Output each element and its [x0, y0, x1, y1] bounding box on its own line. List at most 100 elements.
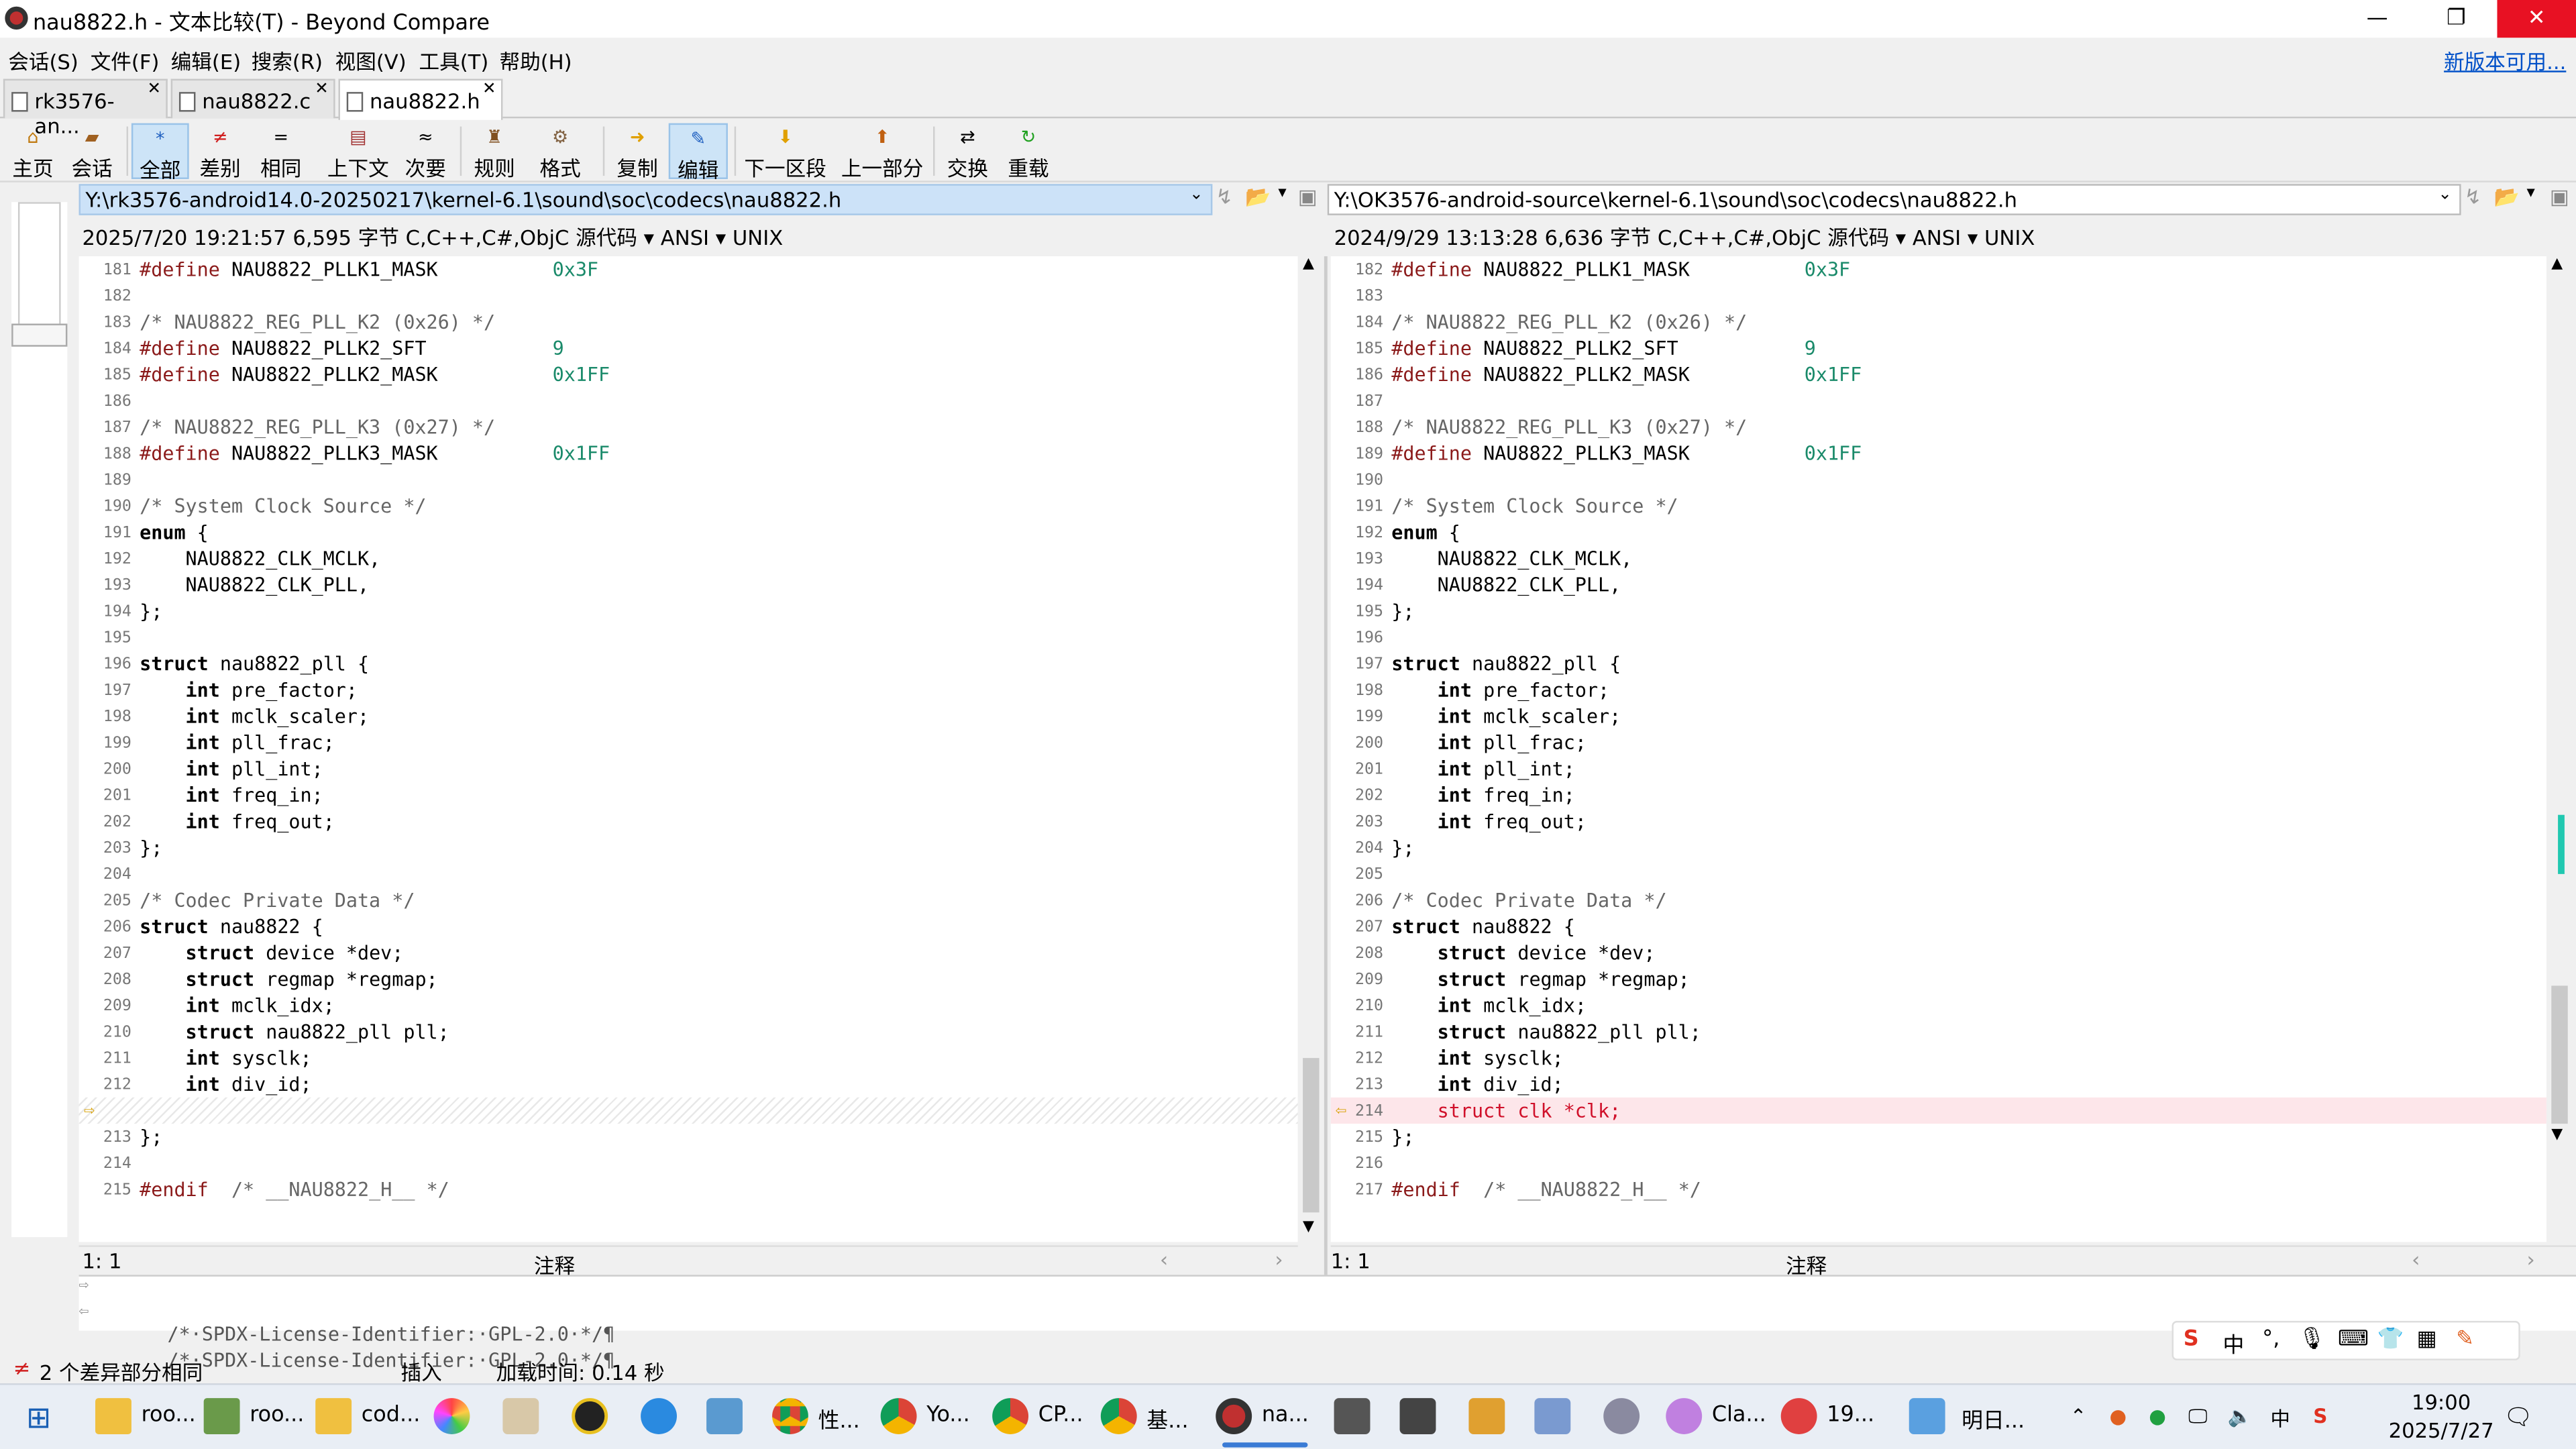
code-line[interactable]: 191 enum { — [79, 519, 1298, 545]
taskbar-item-beyond-compare[interactable]: na... — [1216, 1395, 1314, 1448]
edit-button[interactable]: ✎ 编辑 — [668, 123, 728, 182]
left-file-info[interactable]: 2025/7/20 19:21:57 6,595 字节 C,C++,C#,Obj… — [82, 220, 783, 253]
code-line[interactable]: 188 #define NAU8822_PLLK3_MASK 0x1FF — [79, 440, 1298, 466]
code-line[interactable]: 216 — [1331, 1150, 2546, 1176]
chevron-right-icon[interactable]: › — [2527, 1247, 2535, 1272]
code-text[interactable]: int pre_factor; — [140, 678, 358, 701]
menu-session[interactable]: 会话(S) — [8, 44, 78, 76]
diff-overview-map[interactable] — [11, 202, 68, 1238]
code-text[interactable]: int mclk_scaler; — [1391, 705, 1621, 728]
code-line[interactable]: 187 — [1331, 388, 2546, 414]
code-line[interactable]: 202 int freq_in; — [1331, 782, 2546, 808]
chevron-left-icon[interactable]: ‹ — [2412, 1247, 2420, 1272]
right-code-pane[interactable]: 182 #define NAU8822_PLLK1_MASK 0x3F 183 184… — [1330, 256, 2546, 1242]
code-text[interactable]: }; — [140, 1126, 162, 1148]
code-line[interactable]: 212 int sysclk; — [1331, 1045, 2546, 1071]
taskbar-app-debug[interactable] — [1603, 1395, 1646, 1441]
code-text[interactable]: int pll_frac; — [1391, 731, 1587, 754]
code-text[interactable]: struct nau8822_pll { — [140, 652, 369, 675]
close-tab-icon[interactable]: ✕ — [482, 80, 496, 99]
code-text[interactable]: /* NAU8822_REG_PLL_K2 (0x26) */ — [140, 311, 495, 333]
code-line[interactable]: 200 int pll_int; — [79, 756, 1298, 782]
next-section-button[interactable]: ⬇ 下一区段 — [741, 123, 829, 181]
chevron-down-icon[interactable]: ⌄ — [1189, 186, 1203, 204]
chevron-down-icon[interactable]: ⌄ — [2438, 186, 2452, 204]
tray-sync-icon[interactable]: ● — [2149, 1405, 2166, 1428]
code-line[interactable]: 211 struct nau8822_pll pll; — [1331, 1018, 2546, 1044]
taskbar-app-ref[interactable] — [1534, 1395, 1577, 1441]
sogou-tray-icon[interactable]: S — [2313, 1405, 2327, 1428]
reload-button[interactable]: ↻ 重载 — [1000, 123, 1056, 181]
code-text[interactable]: enum { — [140, 521, 209, 543]
overview-viewport[interactable] — [17, 202, 61, 342]
show-all-button[interactable]: * 全部 — [131, 123, 189, 182]
taskbar-item-clash[interactable]: Cla... — [1666, 1395, 1766, 1441]
close-tab-icon[interactable]: ✕ — [315, 80, 329, 99]
code-line[interactable]: 201 int pll_int; — [1331, 756, 2546, 782]
code-line[interactable]: 203}; — [79, 835, 1298, 861]
update-available-link[interactable]: 新版本可用... — [2444, 44, 2566, 76]
code-line[interactable]: 194}; — [79, 598, 1298, 624]
code-line[interactable]: 210 struct nau8822_pll pll; — [79, 1018, 1298, 1044]
code-text[interactable]: }; — [1391, 1126, 1414, 1148]
scroll-up-icon[interactable]: ▲ — [2551, 256, 2563, 272]
chevron-right-icon[interactable]: › — [1275, 1247, 1283, 1272]
volume-icon[interactable]: 🔈 — [2228, 1405, 2253, 1428]
code-line[interactable]: 192 NAU8822_CLK_MCLK, — [79, 545, 1298, 572]
menu-help[interactable]: 帮助(H) — [499, 44, 572, 76]
code-line[interactable]: 210 int mclk_idx; — [1331, 992, 2546, 1018]
code-line[interactable]: 202 int freq_out; — [79, 808, 1298, 835]
taskbar-item-chrome-3[interactable]: CP... — [992, 1395, 1084, 1441]
code-text[interactable]: }; — [1391, 600, 1414, 623]
code-text[interactable]: struct device *dev; — [140, 941, 404, 964]
code-text[interactable]: struct clk *clk; — [1391, 1099, 1621, 1122]
code-line[interactable]: 186 #define NAU8822_PLLK2_MASK 0x1FF — [1331, 362, 2546, 388]
session-button[interactable]: ▰ 会话 — [62, 123, 121, 181]
pane-splitter[interactable] — [1324, 256, 1328, 1275]
code-text[interactable]: int mclk_idx; — [140, 994, 335, 1017]
code-text[interactable]: struct nau8822_pll pll; — [140, 1020, 449, 1043]
code-line[interactable]: 193 NAU8822_CLK_PLL, — [79, 572, 1298, 598]
keyboard-icon[interactable]: ⌨ — [2338, 1328, 2369, 1352]
chevron-down-icon[interactable]: ▾ — [1278, 184, 1286, 202]
minor-button[interactable]: ≈ 次要 — [399, 123, 451, 181]
context-button[interactable]: ▤ 上下文 — [322, 123, 394, 181]
close-button[interactable]: ✕ — [2497, 0, 2576, 38]
chevron-up-icon[interactable]: ⌃ — [2070, 1405, 2087, 1428]
history-icon[interactable]: ↯ — [2464, 184, 2481, 209]
history-icon[interactable]: ↯ — [1216, 184, 1233, 209]
code-text[interactable]: /* System Clock Source */ — [140, 494, 426, 517]
code-line[interactable]: 187 /* NAU8822_REG_PLL_K3 (0x27) */ — [79, 414, 1298, 440]
show-diffs-button[interactable]: ≠ 差别 — [193, 123, 248, 181]
skin-icon[interactable]: 👕 — [2377, 1328, 2404, 1352]
code-line[interactable]: 204 — [79, 861, 1298, 887]
code-text[interactable]: #define NAU8822_PLLK1_MASK 0x3F — [140, 258, 598, 280]
code-text[interactable]: int pll_int; — [1391, 757, 1575, 780]
tray-app-icon[interactable]: ● — [2110, 1405, 2127, 1428]
code-text[interactable]: int freq_out; — [1391, 810, 1587, 833]
folder-open-icon[interactable]: 📂 — [2494, 184, 2520, 210]
menu-file[interactable]: 文件(F) — [91, 44, 160, 76]
code-text[interactable]: int pre_factor; — [1391, 678, 1609, 701]
code-text[interactable]: int div_id; — [1391, 1073, 1564, 1095]
ime-tray-lang[interactable]: 中 — [2271, 1405, 2290, 1433]
taskbar-item-chrome-2[interactable]: Yo... — [880, 1395, 973, 1441]
code-line[interactable]: 182 — [79, 282, 1298, 309]
code-line[interactable]: 207 struct nau8822 { — [1331, 914, 2546, 940]
taskbar-app-paint[interactable] — [502, 1395, 545, 1441]
code-line[interactable]: 205 — [1331, 861, 2546, 887]
code-text[interactable]: #endif /* __NAU8822_H__ */ — [1391, 1178, 1701, 1201]
code-text[interactable]: int freq_in; — [1391, 784, 1575, 806]
menu-edit[interactable]: 编辑(E) — [171, 44, 241, 76]
show-same-button[interactable]: = 相同 — [253, 123, 309, 181]
code-line[interactable]: 215}; — [1331, 1124, 2546, 1150]
close-tab-icon[interactable]: ✕ — [147, 80, 161, 99]
code-line[interactable]: 189 #define NAU8822_PLLK3_MASK 0x1FF — [1331, 440, 2546, 466]
code-line[interactable]: 208 struct regmap *regmap; — [79, 966, 1298, 992]
code-line[interactable]: 205 /* Codec Private Data */ — [79, 887, 1298, 913]
code-line[interactable]: ⇦ 214 struct clk *clk; — [1330, 1097, 2546, 1124]
code-line[interactable]: 194 NAU8822_CLK_PLL, — [1331, 572, 2546, 598]
grid-icon[interactable]: ▦ — [2416, 1328, 2436, 1352]
code-text[interactable]: #define NAU8822_PLLK2_MASK 0x1FF — [140, 363, 610, 386]
menu-search[interactable]: 搜索(R) — [252, 44, 323, 76]
